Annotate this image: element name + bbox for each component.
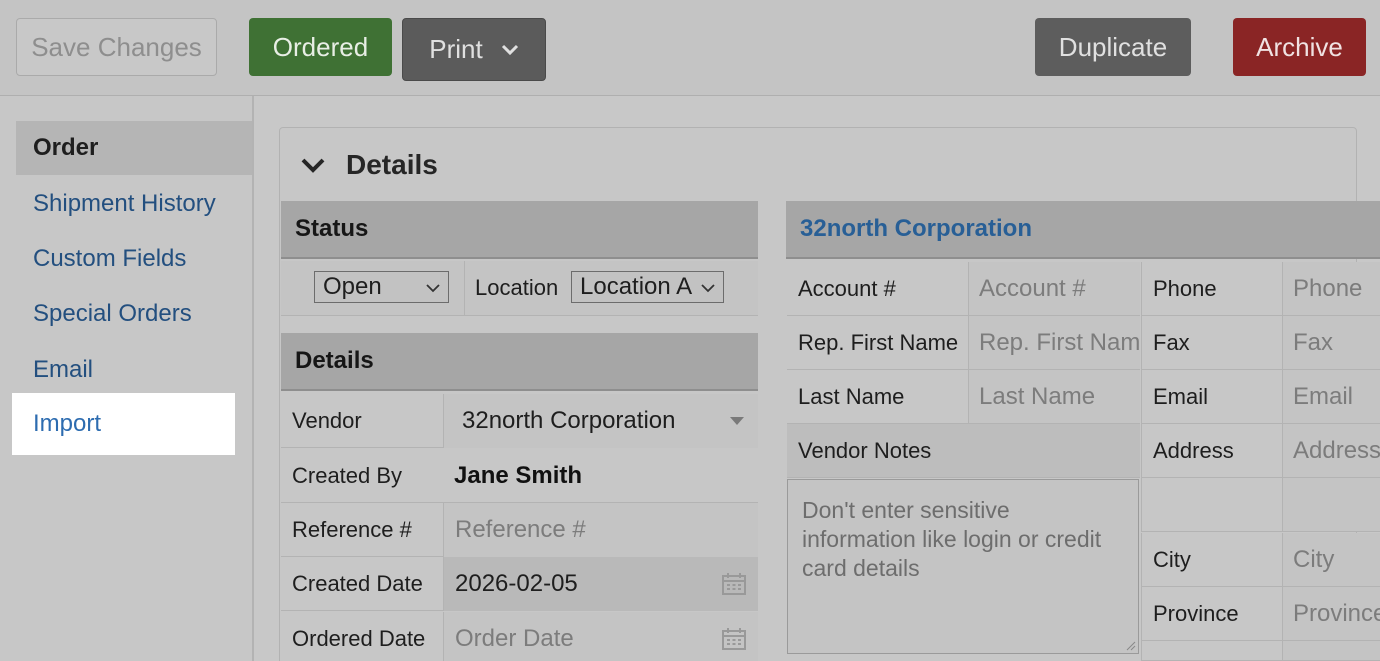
vendor-notes-label: Vendor Notes <box>787 424 1140 478</box>
ordered-button[interactable]: Ordered <box>249 18 392 76</box>
phone-label: Phone <box>1141 262 1282 316</box>
address-input[interactable]: Address <box>1282 424 1380 478</box>
print-button[interactable]: Print <box>402 18 546 81</box>
vendor-notes-placeholder: Don't enter sensitive information like l… <box>802 497 1102 581</box>
save-changes-button[interactable]: Save Changes <box>16 18 217 76</box>
account-input[interactable]: Account # <box>968 262 1140 316</box>
status-row: Open Location Location A <box>281 261 758 316</box>
last-name-input[interactable]: Last Name <box>968 370 1140 424</box>
select-caret-icon <box>701 284 715 293</box>
address-label: Address <box>1141 424 1282 478</box>
ordered-date-placeholder: Order Date <box>455 625 574 652</box>
location-label: Location <box>475 275 559 300</box>
chevron-down-icon <box>501 44 518 55</box>
postal-code-input[interactable] <box>1282 641 1380 661</box>
created-date-input[interactable]: 2026-02-05 <box>443 557 758 611</box>
sidebar-item-shipment-history[interactable]: Shipment History <box>16 177 236 231</box>
sidebar-item-email[interactable]: Email <box>16 343 236 397</box>
calendar-icon[interactable] <box>722 573 746 595</box>
status-select-value: Open <box>323 273 382 300</box>
reference-input[interactable]: Reference # <box>443 503 758 557</box>
sidebar-item-import[interactable]: Import <box>12 393 235 455</box>
ordered-date-row: Ordered Date Order Date <box>281 612 758 661</box>
sidebar: Order Shipment History Custom Fields Spe… <box>0 96 254 661</box>
vendor-card-title[interactable]: 32north Corporation <box>786 201 1380 259</box>
ordered-date-label: Ordered Date <box>292 626 426 651</box>
created-date-value: 2026-02-05 <box>455 570 578 597</box>
calendar-icon[interactable] <box>722 628 746 650</box>
reference-row: Reference # Reference # <box>281 503 758 557</box>
province-label: Province <box>1141 587 1282 641</box>
city-input[interactable]: City <box>1282 533 1380 587</box>
details-section-heading: Details <box>281 333 758 391</box>
fax-input[interactable]: Fax <box>1282 316 1380 370</box>
phone-input[interactable]: Phone <box>1282 262 1380 316</box>
details-panel-header[interactable]: Details <box>300 140 438 190</box>
rep-first-name-label: Rep. First Name <box>787 316 968 370</box>
top-toolbar: Save Changes Ordered Print Duplicate Arc… <box>0 0 1380 96</box>
select-caret-icon <box>426 284 440 293</box>
address-2-label <box>1141 478 1282 532</box>
created-by-value: Jane Smith <box>454 462 583 489</box>
created-by-row: Created By Jane Smith <box>281 449 758 503</box>
resize-grip-icon[interactable] <box>1126 641 1136 651</box>
city-label: City <box>1141 533 1282 587</box>
divider <box>464 261 465 316</box>
postal-code-label <box>1141 641 1282 661</box>
caret-down-icon <box>730 417 744 425</box>
province-input[interactable]: Province <box>1282 587 1380 641</box>
created-date-label: Created Date <box>292 571 423 596</box>
address-2-input[interactable] <box>1282 478 1380 532</box>
print-label: Print <box>429 34 483 64</box>
location-select-value: Location A <box>580 273 693 300</box>
vendor-notes-textarea[interactable]: Don't enter sensitive information like l… <box>787 479 1139 654</box>
rep-first-name-input[interactable]: Rep. First Nam <box>968 316 1140 370</box>
duplicate-button[interactable]: Duplicate <box>1035 18 1191 76</box>
created-by-label: Created By <box>292 463 403 488</box>
sidebar-item-order[interactable]: Order <box>16 121 252 175</box>
sidebar-item-custom-fields[interactable]: Custom Fields <box>16 232 236 286</box>
location-select[interactable]: Location A <box>571 271 724 303</box>
vendor-select[interactable]: 32north Corporation <box>443 394 758 448</box>
reference-label: Reference # <box>292 517 412 542</box>
chevron-down-icon <box>301 158 325 173</box>
status-section-heading: Status <box>281 201 758 259</box>
account-label: Account # <box>787 262 968 316</box>
created-date-row: Created Date 2026-02-05 <box>281 557 758 611</box>
fax-label: Fax <box>1141 316 1282 370</box>
email-input[interactable]: Email <box>1282 370 1380 424</box>
archive-button[interactable]: Archive <box>1233 18 1366 76</box>
vendor-label: Vendor <box>292 408 362 433</box>
ordered-date-input[interactable]: Order Date <box>443 612 758 661</box>
email-label: Email <box>1141 370 1282 424</box>
vendor-row: Vendor 32north Corporation <box>281 394 758 448</box>
vendor-select-value: 32north Corporation <box>462 407 676 434</box>
last-name-label: Last Name <box>787 370 968 424</box>
status-select[interactable]: Open <box>314 271 449 303</box>
sidebar-item-special-orders[interactable]: Special Orders <box>16 287 236 341</box>
panel-title: Details <box>346 149 438 180</box>
